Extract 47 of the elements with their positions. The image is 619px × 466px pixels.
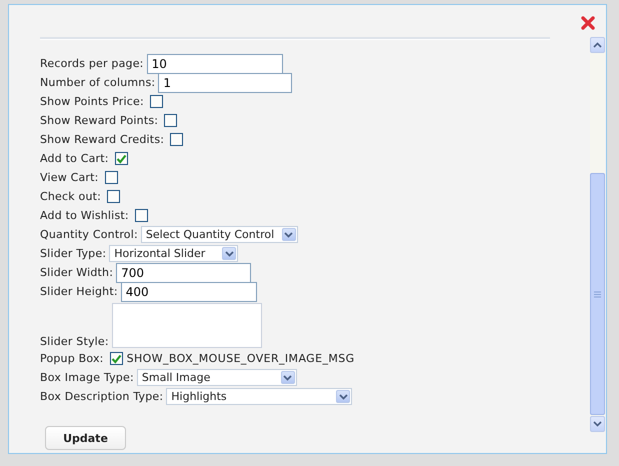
caret-icon <box>280 371 295 384</box>
text-field[interactable]: 10 <box>146 54 283 74</box>
field-label: Show Reward Credits: <box>40 133 164 146</box>
field-label: Quantity Control: <box>40 228 138 241</box>
update-button[interactable]: Update <box>45 426 126 450</box>
field-label: Show Reward Points: <box>40 114 158 127</box>
field-label: View Cart: <box>40 171 99 184</box>
field-label: Check out: <box>40 190 102 203</box>
text-field[interactable]: 400 <box>120 282 257 302</box>
field-label: Box Description Type: <box>40 390 164 403</box>
scrollbar[interactable] <box>590 37 605 432</box>
close-icon[interactable] <box>581 16 595 30</box>
field-label: Slider Type: <box>40 247 106 260</box>
scroll-thumb[interactable] <box>590 173 605 415</box>
field-label: Slider Height: <box>40 285 118 298</box>
checkbox[interactable] <box>150 95 163 108</box>
dropdown-field[interactable]: Select Quantity Control <box>140 226 298 243</box>
caret-icon <box>222 247 236 260</box>
checkbox-label: SHOW_BOX_MOUSE_OVER_IMAGE_MSG <box>126 352 355 365</box>
field-label: Box Image Type: <box>40 371 134 384</box>
field-label: Show Points Price: <box>40 95 144 108</box>
field-label: Add to Cart: <box>40 152 109 165</box>
checkbox[interactable] <box>164 114 178 127</box>
field-label: Number of columns: <box>40 76 156 89</box>
checkbox[interactable] <box>104 171 118 184</box>
text-field[interactable]: 1 <box>158 72 292 92</box>
dropdown-field[interactable]: Horizontal Slider <box>109 245 238 262</box>
checkbox[interactable] <box>170 133 184 146</box>
checkbox[interactable] <box>134 209 148 222</box>
field-label: Add to Wishlist: <box>40 209 129 222</box>
caret-icon <box>336 390 350 403</box>
text-field[interactable]: 700 <box>116 262 252 282</box>
grip-icon <box>594 290 601 298</box>
field-label: Popup Box: <box>40 352 104 365</box>
checkbox[interactable] <box>110 352 123 365</box>
caret-down-icon <box>593 421 602 427</box>
scroll-down-button[interactable] <box>590 416 605 432</box>
caret-up-icon <box>593 42 602 48</box>
dropdown-field[interactable]: Highlights <box>166 388 352 405</box>
field-label: Slider Style: <box>40 335 109 348</box>
checkbox[interactable] <box>114 152 128 165</box>
caret-icon <box>282 228 296 241</box>
field-label: Slider Width: <box>40 266 114 279</box>
scroll-up-button[interactable] <box>590 37 605 53</box>
dropdown-field[interactable]: Small Image <box>136 369 297 386</box>
field-label: Records per page: <box>40 57 144 70</box>
checkbox[interactable] <box>107 190 120 203</box>
